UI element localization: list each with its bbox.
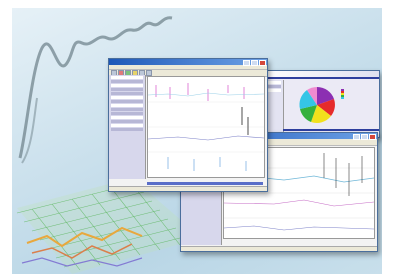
pie-chart-window [256,70,380,138]
main-chart [147,76,265,178]
pie-legend [341,89,377,99]
secondary-statusbar [181,246,377,251]
background-grid-surface [16,178,202,274]
main-window [108,58,268,192]
window-maximize-icon[interactable] [251,60,258,66]
window-minimize-icon[interactable] [353,134,360,140]
window-maximize-icon[interactable] [361,134,368,140]
pie-header-bar [257,77,379,79]
screenshot-collage [12,8,382,274]
main-statusbar [109,186,267,191]
window-minimize-icon[interactable] [243,60,250,66]
window-close-icon[interactable] [259,60,266,66]
main-left-panel [109,75,146,179]
pie-chart [299,86,335,123]
window-close-icon[interactable] [369,134,376,140]
